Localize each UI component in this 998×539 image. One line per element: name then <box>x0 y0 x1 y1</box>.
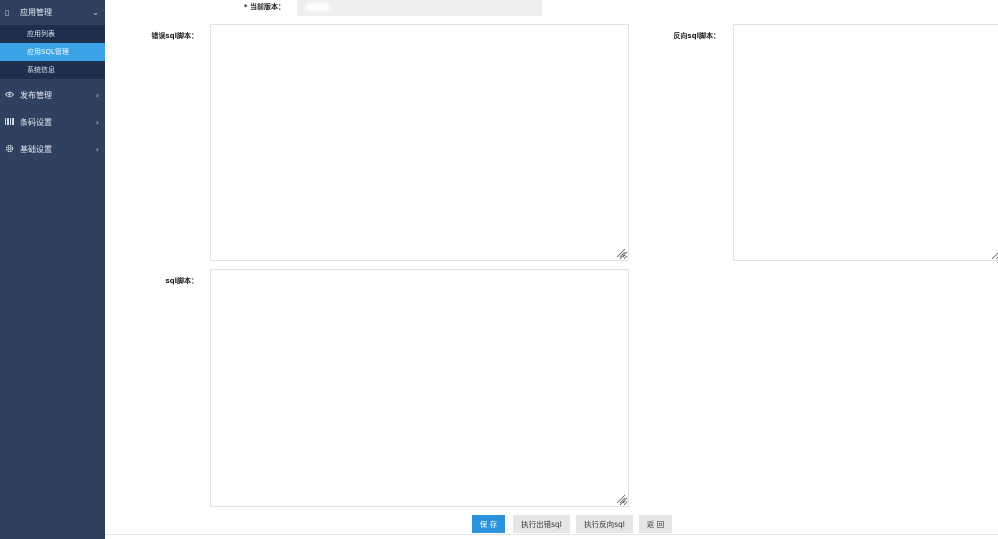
execute-forward-sql-button[interactable]: 执行出错sql <box>513 515 570 533</box>
version-label: * 当前版本： <box>243 3 285 11</box>
resize-grip-icon[interactable] <box>616 494 626 504</box>
resize-grip-icon[interactable] <box>616 248 626 258</box>
version-input[interactable] <box>297 0 542 16</box>
sidebar-item-system-info[interactable]: 系统信息 <box>0 61 105 79</box>
menu-app-management-label: 应用管理 <box>20 8 52 17</box>
reverse-sql-label: 反向sql脚本： <box>673 32 720 40</box>
chevron-right-icon: › <box>95 91 99 100</box>
menu-release-management-label: 发布管理 <box>20 91 52 100</box>
chevron-down-icon: ⌄ <box>92 8 99 17</box>
menu-barcode-settings-label: 条码设置 <box>20 118 52 127</box>
menu-app-management[interactable]: ▯ 应用管理 ⌄ <box>0 0 105 25</box>
sql-label: sql脚本： <box>165 277 198 285</box>
sidebar: ▯ 应用管理 ⌄ 应用列表 应用SQL管理 系统信息 发布管理 › 条码设置 ›… <box>0 0 105 539</box>
chevron-right-icon: › <box>95 118 99 127</box>
menu-release-management[interactable]: 发布管理 › <box>0 82 105 109</box>
sidebar-item-app-list[interactable]: 应用列表 <box>0 25 105 43</box>
version-value-redacted <box>306 3 330 11</box>
back-button[interactable]: 返 回 <box>639 515 672 533</box>
menu-basic-settings[interactable]: 基础设置 › <box>0 136 105 163</box>
eye-icon <box>4 91 15 100</box>
barcode-icon <box>5 118 15 127</box>
menu-groups: 发布管理 › 条码设置 › 基础设置 › <box>0 82 105 163</box>
menu-barcode-settings[interactable]: 条码设置 › <box>0 109 105 136</box>
chevron-right-icon: › <box>95 145 99 154</box>
execute-reverse-sql-button[interactable]: 执行反向sql <box>576 515 633 533</box>
save-button[interactable]: 保 存 <box>472 515 505 533</box>
submenu: 应用列表 应用SQL管理 系统信息 <box>0 25 105 79</box>
reverse-sql-textarea[interactable] <box>733 24 998 261</box>
bottom-divider <box>105 534 998 535</box>
sidebar-item-app-sql[interactable]: 应用SQL管理 <box>0 43 105 61</box>
sql-textarea[interactable] <box>210 269 629 507</box>
app-icon: ▯ <box>5 8 10 17</box>
menu-basic-settings-label: 基础设置 <box>20 145 52 154</box>
forward-sql-label: 错误sql脚本： <box>151 32 198 40</box>
gear-icon <box>5 144 15 155</box>
forward-sql-textarea[interactable] <box>210 24 629 261</box>
